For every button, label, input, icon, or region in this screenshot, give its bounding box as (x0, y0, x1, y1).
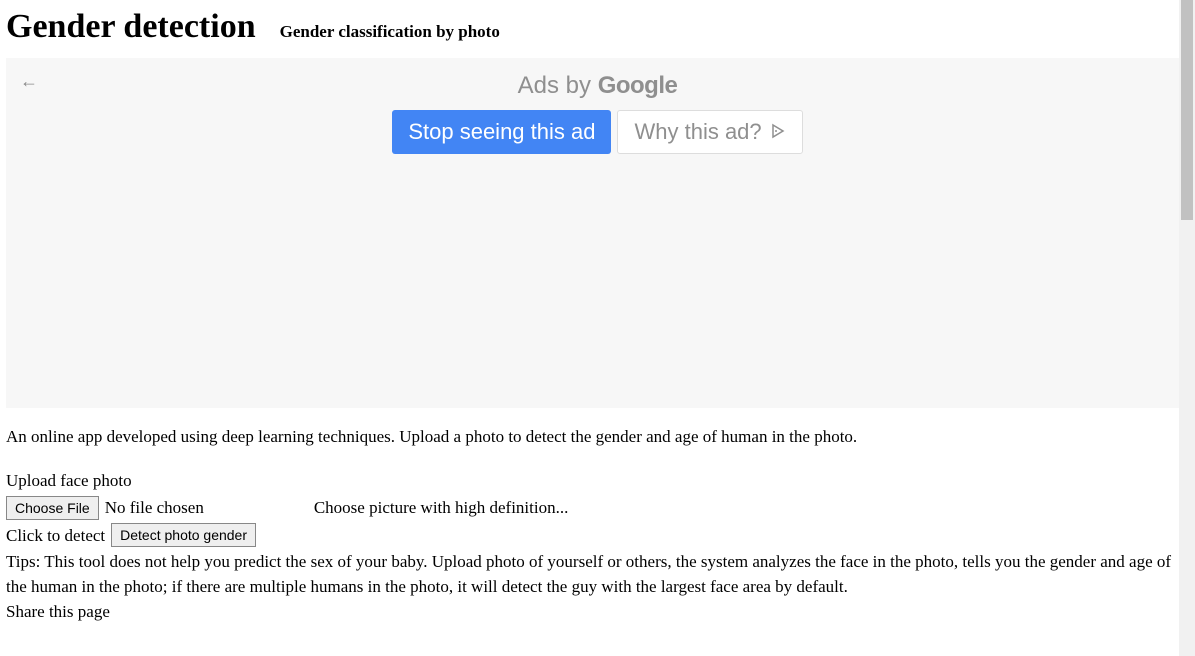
main-content: An online app developed using deep learn… (0, 408, 1195, 625)
stop-seeing-ad-button[interactable]: Stop seeing this ad (392, 110, 611, 154)
scrollbar-thumb[interactable] (1181, 0, 1193, 220)
why-this-ad-label: Why this ad? (634, 119, 761, 145)
upload-label: Upload face photo (6, 468, 1189, 494)
back-arrow-icon[interactable]: ← (20, 72, 38, 90)
vertical-scrollbar[interactable] (1179, 0, 1195, 656)
adchoices-icon (770, 119, 786, 145)
click-detect-label: Click to detect (6, 523, 105, 549)
ads-by-text: Ads by (518, 72, 598, 99)
share-label: Share this page (6, 599, 1189, 625)
choose-file-button[interactable]: Choose File (6, 496, 99, 520)
detect-photo-gender-button[interactable]: Detect photo gender (111, 523, 256, 547)
file-status-text: No file chosen (105, 495, 204, 521)
choose-hint: Choose picture with high definition... (314, 495, 569, 521)
page-subtitle: Gender classification by photo (280, 22, 500, 42)
detect-row: Click to detect Detect photo gender (6, 523, 1189, 549)
tips-text: Tips: This tool does not help you predic… (6, 550, 1189, 599)
why-this-ad-button[interactable]: Why this ad? (617, 110, 802, 154)
google-logo: Google (598, 72, 678, 99)
ad-banner: ← Ads by Google Stop seeing this ad Why … (6, 58, 1189, 408)
app-description: An online app developed using deep learn… (6, 424, 1189, 450)
ads-by-label: Ads by Google (6, 72, 1189, 100)
ad-buttons-row: Stop seeing this ad Why this ad? (6, 110, 1189, 154)
page-title: Gender detection (6, 8, 256, 46)
page-header: Gender detection Gender classification b… (0, 0, 1195, 58)
file-input-row: Choose File No file chosen Choose pictur… (6, 495, 1189, 521)
